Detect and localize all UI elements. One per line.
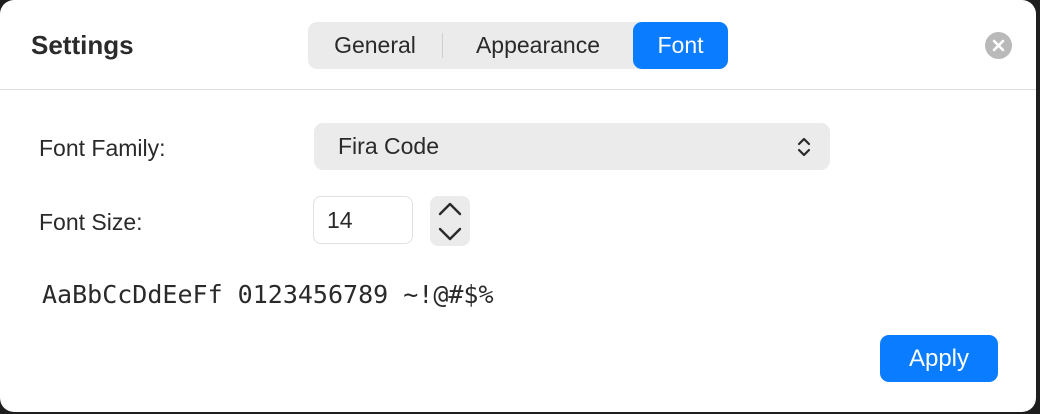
- close-icon: [992, 39, 1005, 52]
- tab-general[interactable]: General: [308, 22, 442, 69]
- close-button[interactable]: [985, 32, 1012, 59]
- settings-window: Settings General Appearance Font Font Fa…: [0, 0, 1036, 412]
- tab-font[interactable]: Font: [633, 22, 728, 69]
- tab-divider: [442, 33, 443, 58]
- font-size-stepper: [430, 196, 470, 246]
- chevron-up-icon: [438, 202, 462, 216]
- font-family-value: Fira Code: [338, 133, 439, 159]
- font-family-label: Font Family:: [39, 135, 166, 161]
- font-size-decrement-button[interactable]: [430, 221, 470, 246]
- tab-bar: General Appearance Font: [308, 22, 728, 69]
- font-size-increment-button[interactable]: [430, 196, 470, 221]
- window-header: Settings General Appearance Font: [0, 0, 1036, 90]
- font-size-input[interactable]: [313, 196, 413, 244]
- apply-button[interactable]: Apply: [880, 335, 998, 382]
- chevron-down-icon: [438, 227, 462, 241]
- font-family-select[interactable]: Fira Code: [314, 123, 830, 170]
- font-preview-text: AaBbCcDdEeFf 0123456789 ~!@#$%: [42, 280, 494, 309]
- tab-appearance[interactable]: Appearance: [444, 22, 632, 69]
- font-size-label: Font Size:: [39, 209, 143, 235]
- window-title: Settings: [31, 30, 134, 60]
- chevron-up-down-icon: [797, 137, 811, 157]
